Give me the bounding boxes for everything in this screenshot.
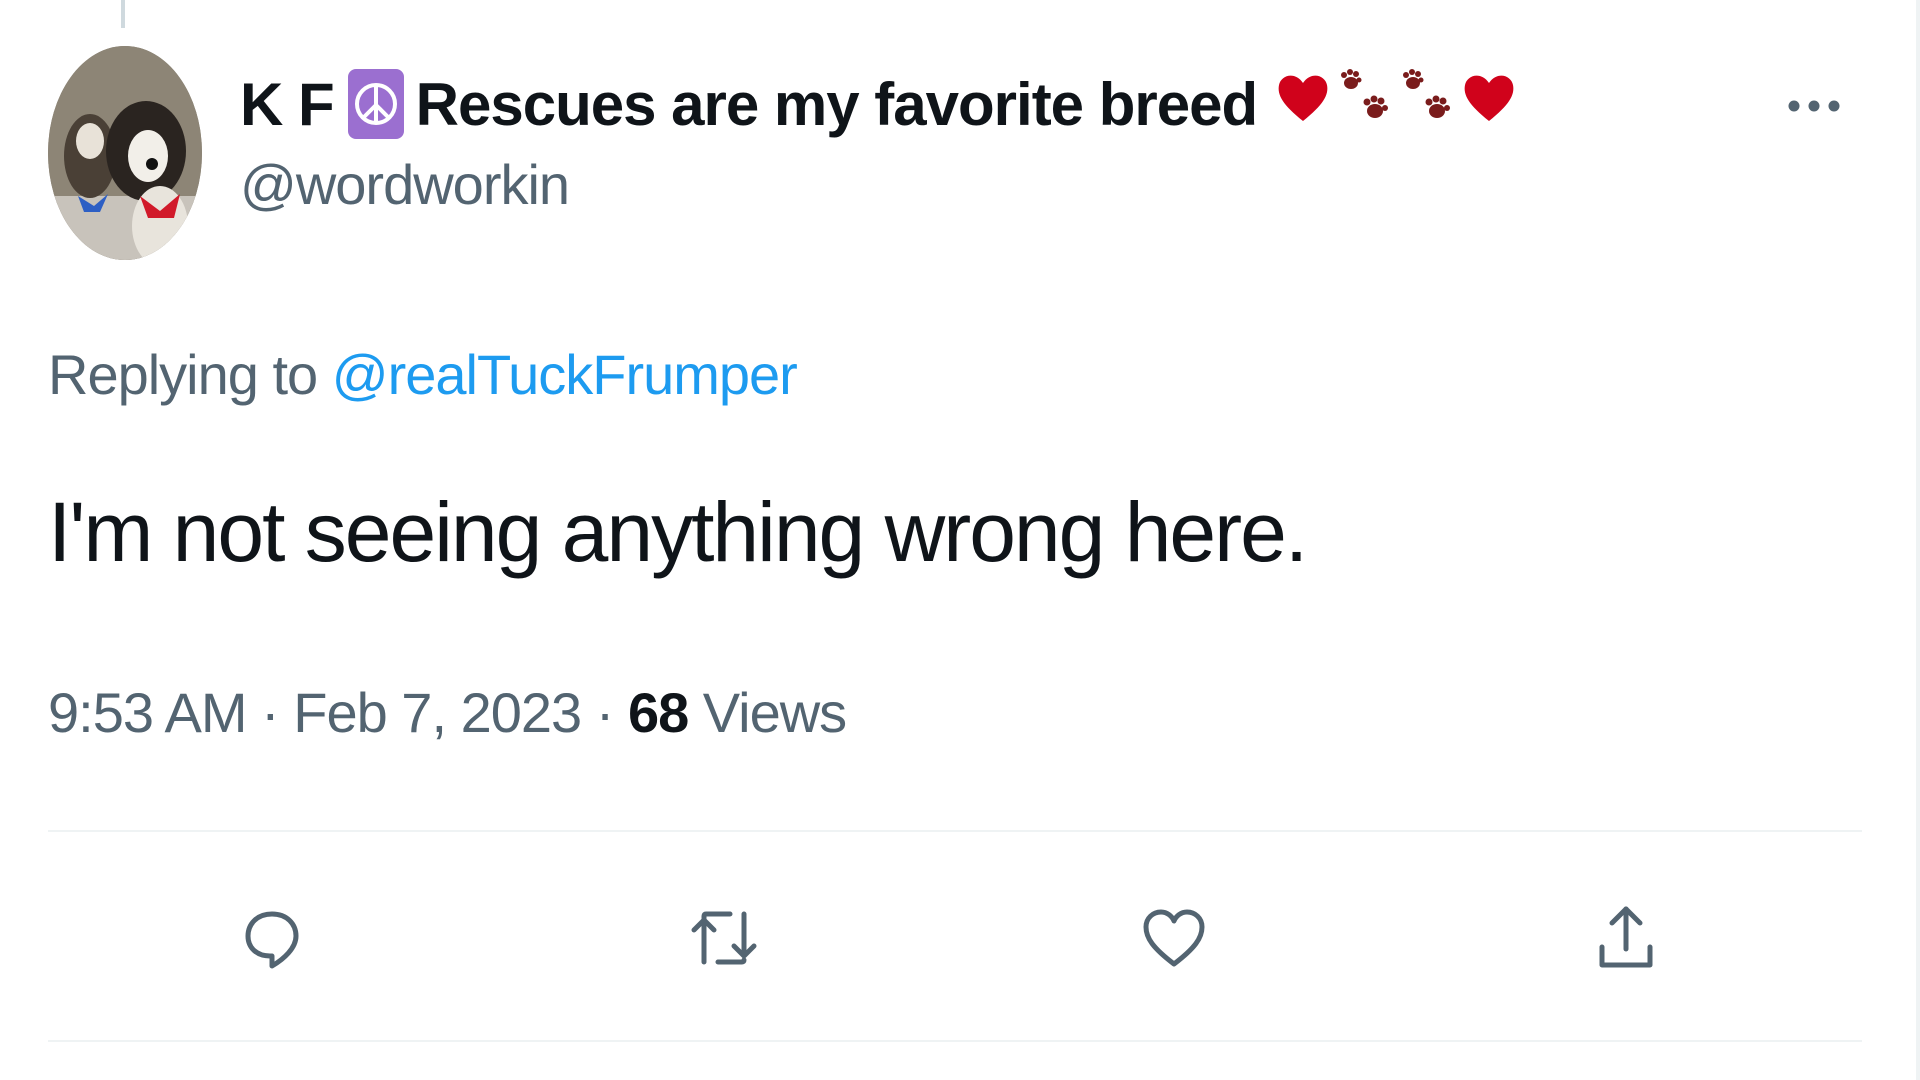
author-name[interactable]: K F Rescues are my favorite breed xyxy=(240,62,1840,146)
share-icon xyxy=(1594,903,1658,978)
divider-top xyxy=(48,830,1862,832)
retweet-button[interactable] xyxy=(684,900,764,980)
tweet-text: I'm not seeing anything wrong here. xyxy=(48,485,1308,579)
more-horizontal-icon xyxy=(1786,98,1842,119)
author-handle[interactable]: @wordworkin xyxy=(240,152,1840,217)
replying-to-mention-link[interactable]: @realTuckFrumper xyxy=(332,343,798,406)
divider-bottom xyxy=(48,1040,1862,1042)
peace-symbol-icon xyxy=(347,69,404,139)
retweet-icon xyxy=(688,906,760,975)
replying-to-prefix: Replying to xyxy=(48,343,318,406)
reply-button[interactable] xyxy=(232,900,312,980)
like-icon xyxy=(1141,906,1207,975)
red-heart-icon xyxy=(1275,69,1331,139)
paw-prints-icon xyxy=(1337,69,1393,139)
thread-connector-line xyxy=(121,0,125,28)
author-name-end: Rescues are my favorite breed xyxy=(415,70,1258,138)
views-label: Views xyxy=(702,681,847,744)
meta-separator: · xyxy=(261,681,280,744)
red-heart-icon xyxy=(1461,69,1517,139)
reply-icon xyxy=(240,906,304,975)
avatar[interactable] xyxy=(48,46,202,260)
name-emoji-run xyxy=(1275,69,1517,139)
tweet-page: K F Rescues are my favorite breed @wordw… xyxy=(0,0,1920,1080)
tweet-metadata: 9:53 AM · Feb 7, 2023 · 68 Views xyxy=(48,680,847,745)
page-edge xyxy=(1916,0,1920,1080)
views-count: 68 xyxy=(627,681,689,744)
more-options-button[interactable] xyxy=(1774,88,1854,128)
action-bar xyxy=(48,870,1862,1010)
tweet-header: K F Rescues are my favorite breed @wordw… xyxy=(240,62,1840,217)
tweet-date-link[interactable]: Feb 7, 2023 xyxy=(293,681,582,744)
meta-separator: · xyxy=(595,681,615,744)
tweet-time-link[interactable]: 9:53 AM xyxy=(48,681,247,744)
like-button[interactable] xyxy=(1134,900,1214,980)
author-name-start: K F xyxy=(240,70,335,138)
replying-to-line: Replying to @realTuckFrumper xyxy=(48,342,798,407)
paw-prints-icon xyxy=(1399,69,1455,139)
share-button[interactable] xyxy=(1586,900,1666,980)
